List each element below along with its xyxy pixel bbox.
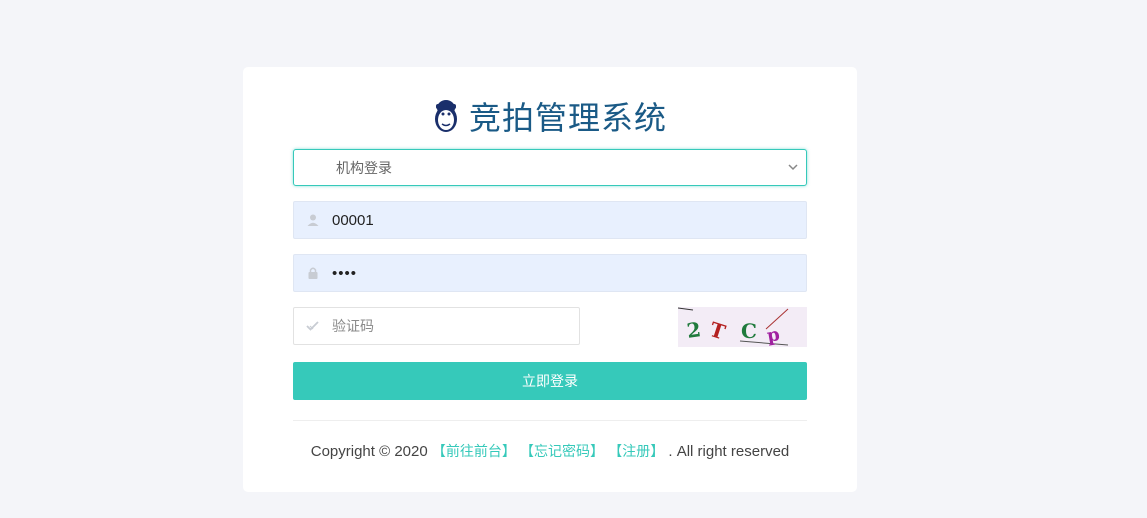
login-type-select[interactable]: 机构登录 [293, 149, 807, 186]
check-icon [306, 319, 320, 333]
password-field[interactable]: •••• [293, 254, 807, 292]
captcha-image[interactable]: 2 T C p [677, 307, 807, 347]
login-button[interactable]: 立即登录 [293, 362, 807, 400]
copyright-text: Copyright © 2020 [310, 443, 428, 460]
username-field[interactable]: 00001 [293, 201, 807, 239]
svg-text:T: T [707, 317, 729, 344]
password-value: •••• [332, 264, 358, 282]
captcha-placeholder: 验证码 [332, 318, 374, 334]
username-value: 00001 [332, 211, 374, 229]
svg-text:C: C [741, 319, 757, 343]
svg-text:p: p [765, 324, 781, 347]
title-row: 竞拍管理系统 [243, 93, 857, 139]
captcha-field[interactable]: 验证码 [293, 307, 580, 345]
user-icon [306, 213, 320, 227]
page-title: 竞拍管理系统 [468, 100, 667, 136]
footer: Copyright © 2020 【前往前台】 【忘记密码】 【注册】 . Al… [243, 441, 857, 461]
goto-frontend-link[interactable]: 【前往前台】 [432, 443, 516, 459]
lock-icon [306, 266, 320, 280]
register-link[interactable]: 【注册】 [608, 443, 664, 459]
login-card: 竞拍管理系统 机构登录 00001 •••• 验证码 2 T C p 立即登录 … [243, 67, 857, 492]
divider [293, 420, 807, 421]
forgot-password-link[interactable]: 【忘记密码】 [520, 443, 604, 459]
monkey-logo-icon [433, 98, 459, 134]
login-type-selected: 机构登录 [336, 159, 392, 176]
svg-text:2: 2 [685, 317, 702, 343]
rights-text: . All right reserved [668, 443, 790, 460]
chevron-down-icon [786, 160, 800, 174]
